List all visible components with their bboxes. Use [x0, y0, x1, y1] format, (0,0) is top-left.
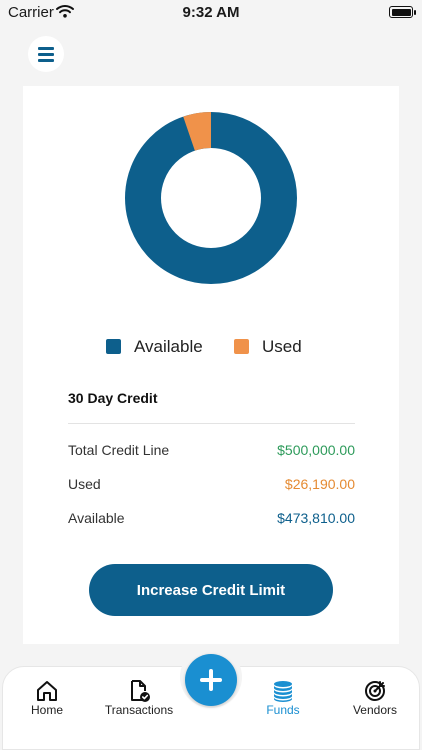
increase-credit-limit-button[interactable]: Increase Credit Limit — [89, 564, 333, 616]
document-check-icon — [131, 680, 150, 702]
add-button[interactable] — [185, 654, 237, 706]
divider — [68, 423, 355, 424]
tab-label-home: Home — [30, 703, 63, 717]
status-time: 9:32 AM — [182, 4, 240, 21]
tab-label-funds: Funds — [266, 703, 300, 717]
status-bar: Carrier 9:32 AM — [0, 0, 422, 26]
tab-label-transactions: Transactions — [104, 703, 174, 717]
tab-transactions[interactable]: Transactions — [99, 667, 179, 723]
section-title: 30 Day Credit — [68, 390, 158, 406]
legend-swatch-used — [234, 339, 249, 354]
tab-funds[interactable]: Funds — [243, 667, 323, 723]
credit-card: Available Used 30 Day Credit Total Credi… — [23, 86, 399, 644]
menu-button[interactable] — [28, 36, 64, 72]
used-label: Used — [68, 476, 101, 492]
home-icon — [37, 681, 57, 701]
target-icon — [365, 681, 385, 701]
chart-legend: Available Used — [23, 336, 399, 360]
tab-vendors[interactable]: Vendors — [335, 667, 415, 723]
available-value: $473,810.00 — [277, 510, 355, 526]
used-value: $26,190.00 — [284, 476, 355, 492]
donut-slice-available — [125, 112, 297, 284]
legend-label-available: Available — [134, 337, 203, 356]
total-credit-line-value: $500,000.00 — [277, 442, 355, 458]
total-credit-line-label: Total Credit Line — [68, 442, 170, 458]
legend-label-used: Used — [262, 337, 302, 356]
legend-swatch-available — [106, 339, 121, 354]
coins-icon — [274, 681, 292, 702]
credit-donut-chart — [125, 112, 297, 284]
tab-label-vendors: Vendors — [352, 703, 398, 717]
available-label: Available — [68, 510, 125, 526]
battery-icon — [389, 6, 416, 18]
tab-home[interactable]: Home — [7, 667, 87, 723]
hamburger-icon — [38, 47, 54, 50]
